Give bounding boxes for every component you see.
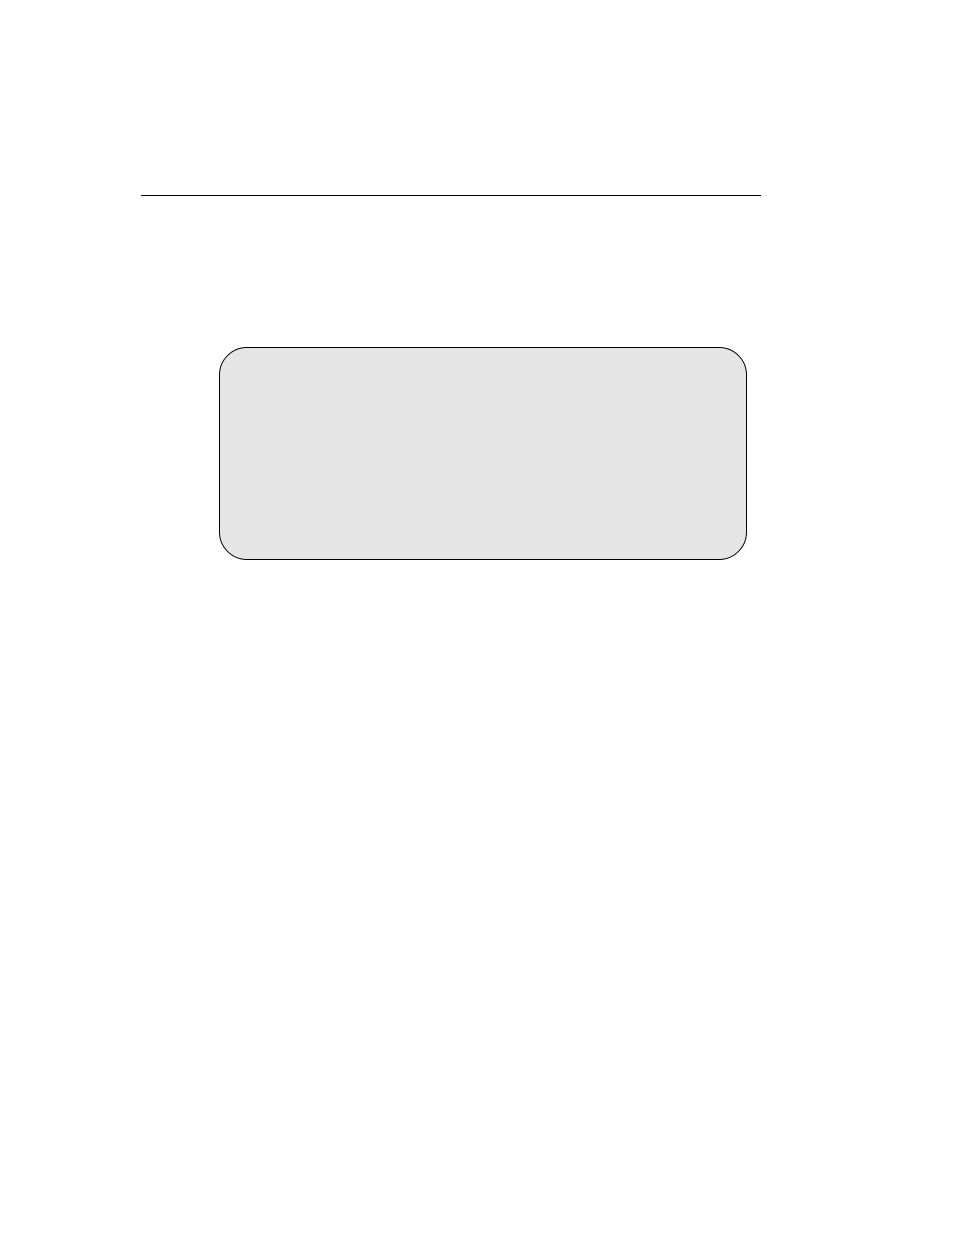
content-area <box>141 195 761 196</box>
horizontal-divider <box>141 195 761 196</box>
rounded-rectangle-box <box>219 347 747 560</box>
